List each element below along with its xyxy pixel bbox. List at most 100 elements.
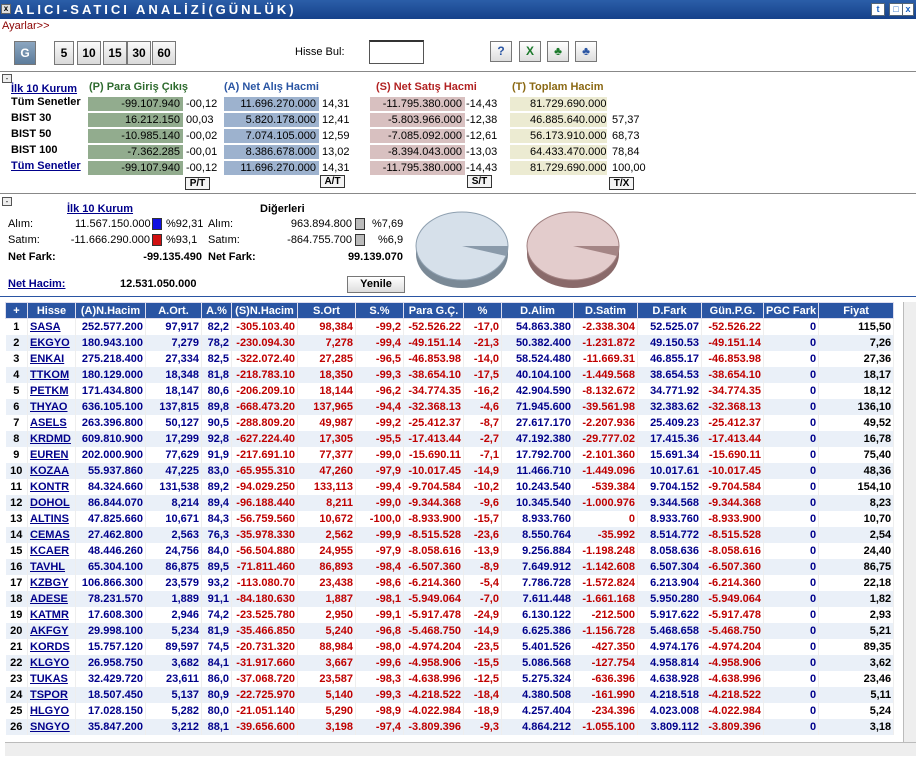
- table-row[interactable]: 15 KCAER 48.446.260 24,756 84,0 -56.504.880 24…: [5, 542, 895, 559]
- column-header[interactable]: D.Satim: [573, 302, 638, 319]
- column-header[interactable]: S.%: [355, 302, 404, 319]
- table-row[interactable]: 11 KONTR 84.324.660 131,538 89,2 -94.029.250 1…: [5, 478, 895, 495]
- table-row[interactable]: 17 KZBGY 106.866.300 23,579 93,2 -113.080.70 2…: [5, 574, 895, 591]
- excel-icon[interactable]: X: [519, 41, 541, 62]
- stock-symbol-link[interactable]: KCAER: [27, 542, 76, 559]
- stock-symbol-link[interactable]: TUKAS: [27, 670, 76, 687]
- stock-symbol-link[interactable]: AKFGY: [27, 622, 76, 639]
- table-row[interactable]: 18 ADESE 78.231.570 1,889 91,1 -84.180.630 1,8…: [5, 590, 895, 607]
- period-button-30[interactable]: 30: [127, 41, 151, 65]
- table-row[interactable]: 2 EKGYO 180.943.100 7,279 78,2 -230.094.30 7,2…: [5, 334, 895, 351]
- table-row[interactable]: 9 EUREN 202.000.900 77,629 91,9 -217.691.10 77…: [5, 446, 895, 463]
- users-green-icon[interactable]: ♣: [547, 41, 569, 62]
- stock-symbol-link[interactable]: KLGYO: [27, 654, 76, 671]
- table-row[interactable]: 6 THYAO 636.105.100 137,815 89,8 -668.473.20 1…: [5, 398, 895, 415]
- refresh-button[interactable]: Yenile: [347, 276, 405, 293]
- vertical-scrollbar[interactable]: [903, 302, 916, 742]
- collapse-top-icon[interactable]: -: [2, 74, 12, 83]
- table-row[interactable]: 23 TUKAS 32.429.720 23,611 86,0 -37.068.720 23…: [5, 670, 895, 687]
- column-header[interactable]: A.%: [201, 302, 232, 319]
- table-row[interactable]: 26 SNGYO 35.847.200 3,212 88,1 -39.656.600 3,1…: [5, 718, 895, 735]
- column-header[interactable]: Hisse: [27, 302, 76, 319]
- st-button[interactable]: S/T: [467, 175, 492, 188]
- period-button-5[interactable]: 5: [54, 41, 74, 65]
- column-header[interactable]: (A)N.Hacim: [75, 302, 146, 319]
- stock-symbol-link[interactable]: ALTINS: [27, 510, 76, 527]
- stock-symbol-link[interactable]: THYAO: [27, 398, 76, 415]
- stock-symbol-link[interactable]: TSPOR: [27, 686, 76, 703]
- table-row[interactable]: 7 ASELS 263.396.800 50,127 90,5 -288.809.20 49…: [5, 414, 895, 431]
- table-row[interactable]: 19 KATMR 17.608.300 2,946 74,2 -23.525.780 2,9…: [5, 606, 895, 623]
- table-row[interactable]: 20 AKFGY 29.998.100 5,234 81,9 -35.466.850 5,2…: [5, 622, 895, 639]
- table-row[interactable]: 10 KOZAA 55.937.860 47,225 83,0 -65.955.310 47…: [5, 462, 895, 479]
- summary-row-label[interactable]: Tüm Senetler: [11, 160, 81, 172]
- table-row[interactable]: 13 ALTINS 47.825.660 10,671 84,3 -56.759.560 1…: [5, 510, 895, 527]
- period-button-10[interactable]: 10: [77, 41, 101, 65]
- stock-symbol-link[interactable]: SASA: [27, 318, 76, 335]
- settings-link[interactable]: Ayarlar>>: [2, 20, 50, 32]
- stock-symbol-link[interactable]: PETKM: [27, 382, 76, 399]
- stock-symbol-link[interactable]: KRDMD: [27, 430, 76, 447]
- stock-symbol-link[interactable]: KONTR: [27, 478, 76, 495]
- hisse-search-input[interactable]: [369, 40, 424, 64]
- stock-symbol-link[interactable]: ADESE: [27, 590, 76, 607]
- table-row[interactable]: 5 PETKM 171.434.800 18,147 80,6 -206.209.10 18…: [5, 382, 895, 399]
- table-row[interactable]: 16 TAVHL 65.304.100 86,875 89,5 -71.811.460 86…: [5, 558, 895, 575]
- twitter-icon[interactable]: t: [871, 3, 885, 16]
- window-restore-icon[interactable]: □: [889, 3, 903, 16]
- table-row[interactable]: 24 TSPOR 18.507.450 5,137 80,9 -22.725.970 5,1…: [5, 686, 895, 703]
- table-row[interactable]: 12 DOHOL 86.844.070 8,214 89,4 -96.188.440 8,2…: [5, 494, 895, 511]
- nethacim-label[interactable]: Net Hacim:: [8, 278, 65, 290]
- column-header[interactable]: S.Ort: [297, 302, 356, 319]
- stock-symbol-link[interactable]: KZBGY: [27, 574, 76, 591]
- column-header[interactable]: A.Ort.: [145, 302, 202, 319]
- table-row[interactable]: 25 HLGYO 17.028.150 5,282 80,0 -21.051.140 5,2…: [5, 702, 895, 719]
- tx-button[interactable]: T/X: [609, 177, 634, 190]
- row-number: 3: [5, 350, 28, 367]
- cell-12: 9.704.152: [637, 478, 702, 495]
- users-blue-icon[interactable]: ♣: [575, 41, 597, 62]
- column-header[interactable]: Para G.Ç.: [403, 302, 464, 319]
- stock-symbol-link[interactable]: EKGYO: [27, 334, 76, 351]
- top-ilk10-link[interactable]: İlk 10 Kurum: [11, 83, 77, 95]
- window-close-icon[interactable]: x: [902, 3, 914, 16]
- column-header[interactable]: D.Alim: [501, 302, 574, 319]
- stock-symbol-link[interactable]: ASELS: [27, 414, 76, 431]
- stock-symbol-link[interactable]: KORDS: [27, 638, 76, 655]
- table-row[interactable]: 4 TTKOM 180.129.000 18,348 81,8 -218.783.10 18…: [5, 366, 895, 383]
- column-header[interactable]: PGC Fark: [762, 302, 820, 319]
- column-header[interactable]: +: [5, 302, 28, 319]
- stock-symbol-link[interactable]: TTKOM: [27, 366, 76, 383]
- collapse-mid-icon[interactable]: -: [2, 197, 12, 206]
- pt-button[interactable]: P/T: [185, 177, 210, 190]
- close-icon[interactable]: x: [1, 4, 11, 14]
- column-header[interactable]: Gün.P.G.: [701, 302, 764, 319]
- table-row[interactable]: 8 KRDMD 609.810.900 17,299 92,8 -627.224.40 17…: [5, 430, 895, 447]
- period-button-15[interactable]: 15: [103, 41, 127, 65]
- column-header[interactable]: Fiyat: [818, 302, 895, 319]
- stock-symbol-link[interactable]: SNGYO: [27, 718, 76, 735]
- table-row[interactable]: 1 SASA 252.577.200 97,917 82,2 -305.103.40 98,…: [5, 318, 895, 335]
- table-row[interactable]: 22 KLGYO 26.958.750 3,682 84,1 -31.917.660 3,6…: [5, 654, 895, 671]
- table-row[interactable]: 21 KORDS 15.757.120 89,597 74,5 -20.731.320 88…: [5, 638, 895, 655]
- stock-symbol-link[interactable]: ENKAI: [27, 350, 76, 367]
- stock-symbol-link[interactable]: TAVHL: [27, 558, 76, 575]
- stock-symbol-link[interactable]: EUREN: [27, 446, 76, 463]
- stock-symbol-link[interactable]: CEMAS: [27, 526, 76, 543]
- stock-symbol-link[interactable]: KATMR: [27, 606, 76, 623]
- cell-7: -98,3: [355, 670, 404, 687]
- column-header[interactable]: D.Fark: [637, 302, 702, 319]
- column-header[interactable]: (S)N.Hacim: [231, 302, 298, 319]
- period-button-60[interactable]: 60: [152, 41, 176, 65]
- stock-symbol-link[interactable]: KOZAA: [27, 462, 76, 479]
- table-row[interactable]: 3 ENKAI 275.218.400 27,334 82,5 -322.072.40 27…: [5, 350, 895, 367]
- period-button-g[interactable]: G: [14, 41, 36, 65]
- horizontal-scrollbar[interactable]: [5, 742, 916, 756]
- at-button[interactable]: A/T: [320, 175, 345, 188]
- stock-symbol-link[interactable]: DOHOL: [27, 494, 76, 511]
- stock-symbol-link[interactable]: HLGYO: [27, 702, 76, 719]
- help-icon[interactable]: ?: [490, 41, 512, 62]
- table-row[interactable]: 14 CEMAS 27.462.800 2,563 76,3 -35.978.330 2,5…: [5, 526, 895, 543]
- mid-ilk10-link[interactable]: İlk 10 Kurum: [67, 203, 133, 215]
- column-header[interactable]: %: [463, 302, 502, 319]
